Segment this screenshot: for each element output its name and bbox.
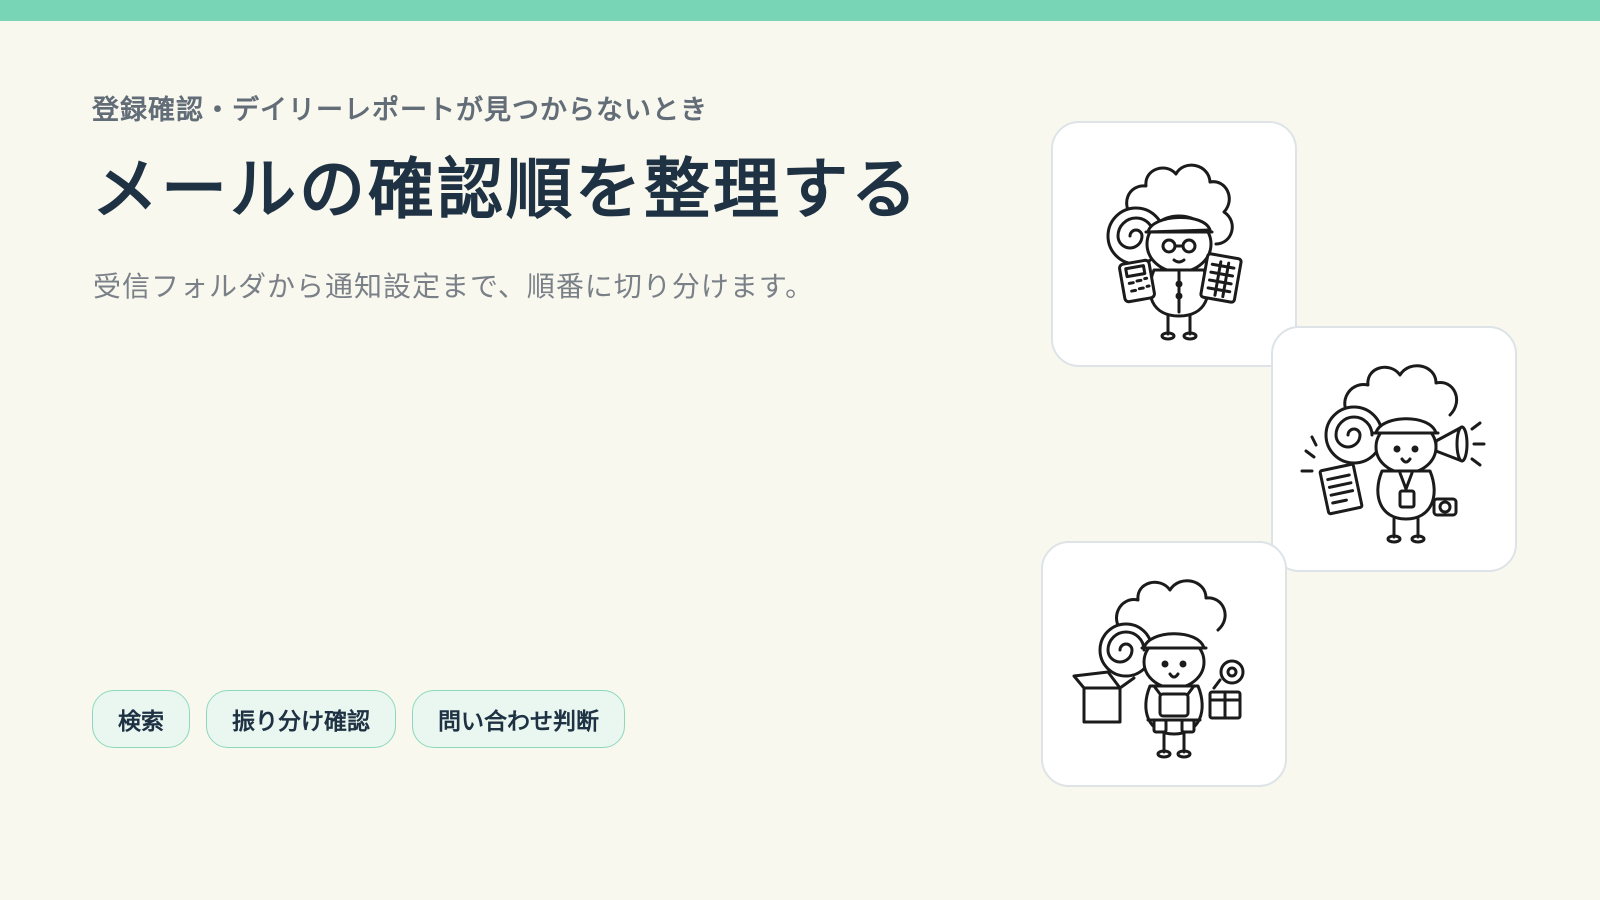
tag-inquiry-decision[interactable]: 問い合わせ判断 [412, 690, 625, 748]
page-subtitle: 受信フォルダから通知設定まで、順番に切り分けます。 [93, 270, 815, 303]
page-title: メールの確認順を整理する [92, 151, 920, 228]
illustration-card-announcer [1271, 326, 1517, 572]
top-accent-bar [0, 0, 1600, 21]
tag-list: 検索 振り分け確認 問い合わせ判断 [92, 690, 625, 748]
tag-filter-check[interactable]: 振り分け確認 [206, 690, 396, 748]
worker-sheep-icon [1072, 579, 1245, 759]
illustration-card-accountant [1051, 121, 1297, 367]
announcer-sheep-icon [1300, 364, 1486, 544]
illustration-card-worker [1041, 541, 1287, 787]
tag-search[interactable]: 検索 [92, 690, 190, 748]
eyebrow-label: 登録確認・デイリーレポートが見つからないとき [92, 95, 708, 126]
accountant-sheep-icon [1106, 163, 1243, 341]
